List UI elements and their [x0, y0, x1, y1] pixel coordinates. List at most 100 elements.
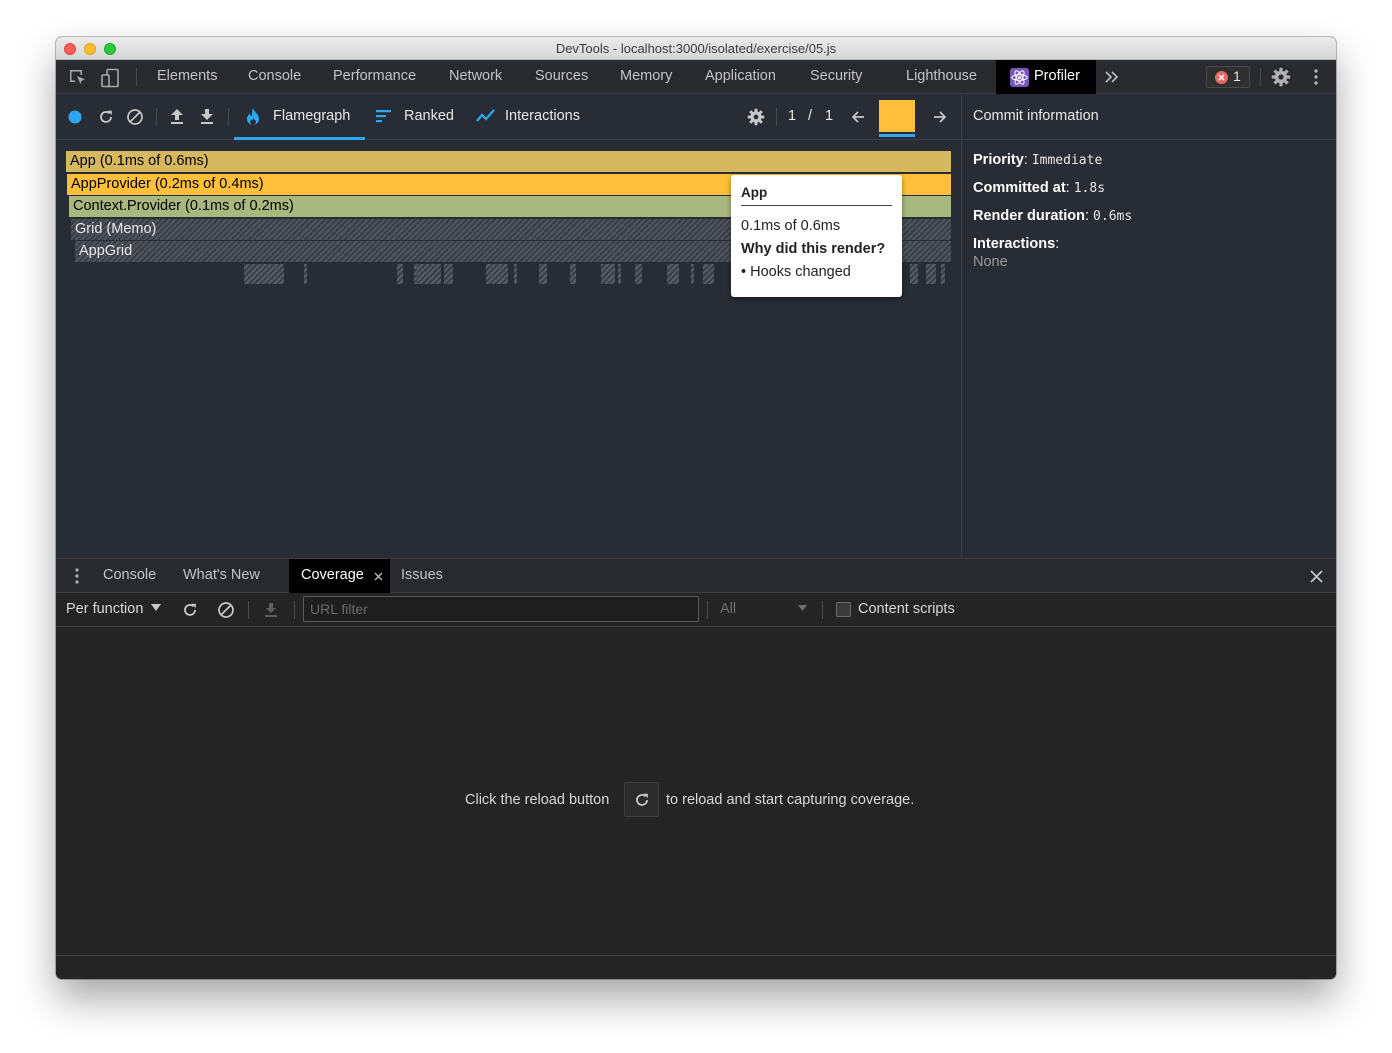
tab-flamegraph[interactable]: Flamegraph: [234, 94, 365, 140]
render-duration-label: Render duration: [973, 208, 1085, 224]
reload-coverage-icon[interactable]: [181, 601, 199, 619]
clear-coverage-icon[interactable]: [217, 601, 235, 619]
flame-bar-cell[interactable]: [539, 264, 547, 284]
tab-flamegraph-label: Flamegraph: [273, 108, 351, 124]
settings-gear-icon[interactable]: [1271, 67, 1291, 87]
export-coverage-icon[interactable]: [262, 601, 280, 619]
flame-bar-cell[interactable]: [926, 264, 936, 284]
priority-row: Priority: Immediate: [973, 152, 1103, 168]
flame-bar-cell[interactable]: [635, 264, 642, 284]
separator: [1260, 68, 1261, 86]
tab-memory[interactable]: Memory: [620, 60, 672, 94]
separator: [248, 601, 249, 619]
drawer-tab-coverage[interactable]: Coverage: [289, 559, 390, 593]
separator: [156, 108, 157, 126]
error-icon: [1215, 71, 1228, 84]
flame-icon: [247, 108, 259, 125]
tab-sources[interactable]: Sources: [535, 60, 588, 94]
flame-bar-cell[interactable]: [618, 264, 621, 284]
drawer-menu-icon[interactable]: [73, 567, 81, 585]
dropdown-caret-icon: [151, 604, 162, 611]
close-tab-icon[interactable]: [374, 572, 383, 581]
flame-bar-cell[interactable]: [703, 264, 714, 284]
inspect-element-icon[interactable]: [68, 68, 88, 88]
commit-total: 1: [825, 108, 834, 124]
tab-ranked[interactable]: Ranked: [372, 94, 462, 140]
device-toolbar-icon[interactable]: [100, 68, 120, 88]
tab-performance[interactable]: Performance: [333, 60, 416, 94]
flame-bar-cell[interactable]: [244, 264, 284, 284]
save-profile-icon[interactable]: [198, 107, 216, 125]
coverage-mode-select[interactable]: Per function: [66, 601, 162, 619]
flamegraph-chart: App (0.1ms of 0.6ms) AppProvider (0.2ms …: [56, 140, 961, 558]
tab-interactions[interactable]: Interactions: [472, 94, 598, 140]
profiler-settings-icon[interactable]: [747, 108, 765, 126]
separator: [294, 601, 295, 619]
type-filter-select[interactable]: All: [720, 601, 810, 619]
more-tabs-chevron-icon[interactable]: [1105, 71, 1119, 83]
load-profile-icon[interactable]: [168, 107, 186, 125]
content-scripts-checkbox[interactable]: [836, 602, 851, 617]
flame-bar-app[interactable]: App (0.1ms of 0.6ms): [66, 151, 951, 172]
separator: [776, 108, 777, 126]
flame-bar-cell[interactable]: [514, 264, 517, 284]
commit-selected-indicator: [879, 134, 915, 137]
profiler-toolbar: Flamegraph Ranked Interactions 1 / 1: [56, 94, 961, 140]
kebab-menu-icon[interactable]: [1312, 68, 1320, 86]
tab-elements[interactable]: Elements: [157, 60, 217, 94]
tab-profiler[interactable]: Profiler: [996, 60, 1096, 94]
flame-bar-cell[interactable]: [444, 264, 453, 284]
drawer-tab-console[interactable]: Console: [103, 559, 156, 593]
reload-and-profile-icon[interactable]: [97, 108, 115, 126]
next-commit-arrow-icon[interactable]: [932, 109, 948, 125]
priority-label: Priority: [973, 152, 1024, 168]
flame-bar-cell[interactable]: [570, 264, 576, 284]
coverage-message-after: to reload and start capturing coverage.: [666, 792, 915, 808]
title-bar: DevTools - localhost:3000/isolated/exerc…: [56, 37, 1336, 60]
close-drawer-icon[interactable]: [1310, 570, 1323, 583]
drawer-tab-bar: Console What's New Coverage Issues: [56, 558, 1336, 593]
ranked-icon: [376, 110, 391, 123]
error-counter[interactable]: 1: [1206, 66, 1250, 88]
record-icon[interactable]: [68, 110, 82, 124]
tab-console[interactable]: Console: [248, 60, 301, 94]
flame-bar-cell[interactable]: [486, 264, 508, 284]
flame-bar-cell[interactable]: [910, 264, 918, 284]
flame-bar-cell[interactable]: [601, 264, 615, 284]
flame-bar-cell[interactable]: [691, 264, 694, 284]
commit-separator: /: [808, 108, 813, 124]
error-count: 1: [1233, 68, 1241, 84]
committed-at-value: 1.8s: [1073, 181, 1106, 196]
coverage-empty-state: Click the reload button to reload and st…: [56, 627, 1336, 955]
tab-network[interactable]: Network: [449, 60, 502, 94]
coverage-message-before: Click the reload button: [465, 792, 610, 808]
tab-application[interactable]: Application: [705, 60, 776, 94]
drawer-tab-whats-new[interactable]: What's New: [183, 559, 260, 593]
previous-commit-arrow-icon[interactable]: [850, 109, 866, 125]
start-coverage-reload-button[interactable]: [624, 782, 659, 817]
render-tooltip: App 0.1ms of 0.6ms Why did this render? …: [731, 175, 902, 297]
flame-bar-cell[interactable]: [397, 264, 403, 284]
flame-bar-cell[interactable]: [304, 264, 307, 284]
interactions-row: Interactions:: [973, 236, 1060, 252]
coverage-toolbar: Per function URL filter All Content scri…: [56, 593, 1336, 627]
url-filter-input[interactable]: URL filter: [303, 596, 699, 622]
flame-bar-cell[interactable]: [417, 264, 441, 284]
tab-security[interactable]: Security: [810, 60, 862, 94]
flame-bar-cell[interactable]: [667, 264, 679, 284]
tab-lighthouse[interactable]: Lighthouse: [906, 60, 977, 94]
window-title: DevTools - localhost:3000/isolated/exerc…: [555, 41, 837, 56]
clear-icon[interactable]: [126, 108, 144, 126]
drawer-tab-coverage-label: Coverage: [301, 567, 364, 583]
committed-at-label: Committed at: [973, 180, 1066, 196]
drawer-tab-issues[interactable]: Issues: [401, 559, 443, 593]
dropdown-caret-icon: [798, 605, 807, 611]
devtools-window: DevTools - localhost:3000/isolated/exerc…: [56, 37, 1336, 979]
tooltip-why-heading: Why did this render?: [741, 241, 886, 257]
interactions-value: None: [973, 254, 1008, 270]
flame-bar-cell[interactable]: [941, 264, 945, 284]
tooltip-duration: 0.1ms of 0.6ms: [741, 218, 841, 234]
tooltip-reason: • Hooks changed: [741, 264, 851, 280]
type-filter-label: All: [720, 601, 737, 617]
commit-snapshot-bar[interactable]: [879, 100, 915, 132]
